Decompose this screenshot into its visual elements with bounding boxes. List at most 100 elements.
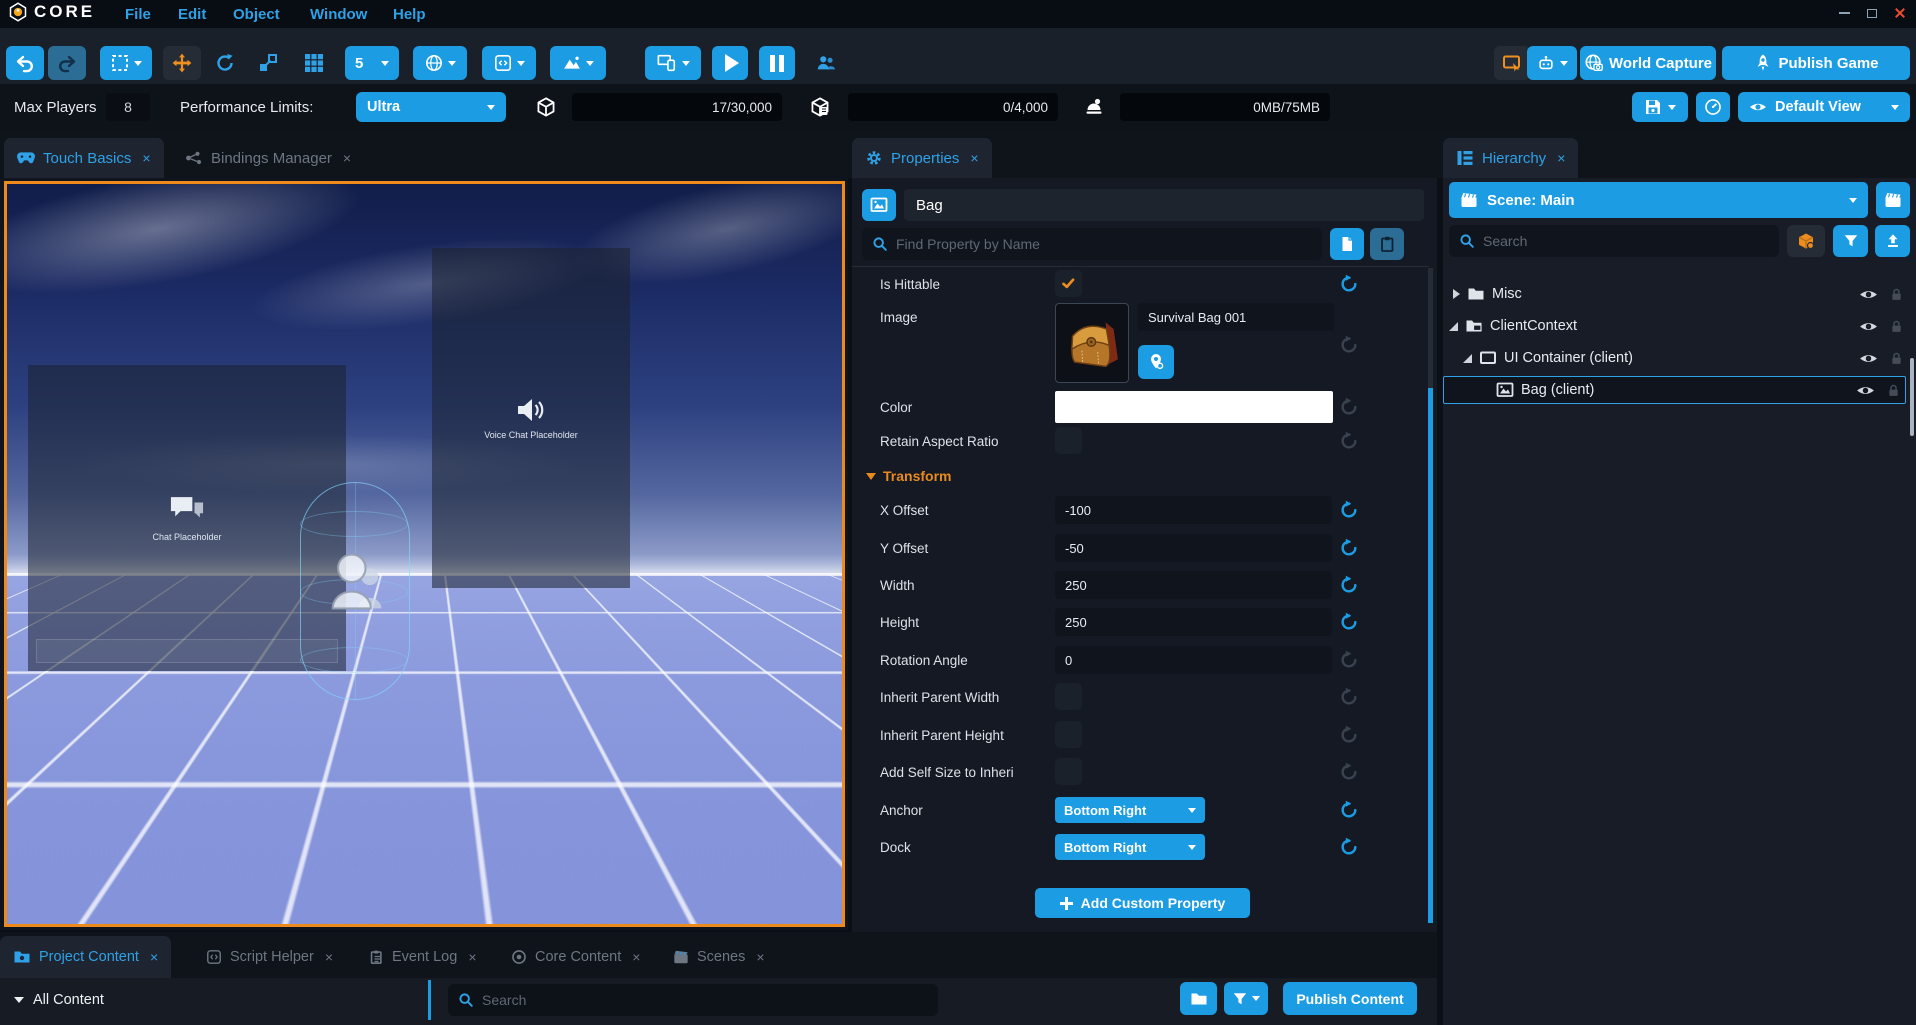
content-filter-dropdown[interactable] xyxy=(1224,982,1268,1015)
menu-window[interactable]: Window xyxy=(310,0,367,28)
object-name-input[interactable] xyxy=(904,189,1424,221)
close-tab-icon[interactable]: × xyxy=(632,949,640,965)
performance-monitor-button[interactable] xyxy=(1696,92,1730,122)
properties-scrollbar-thumb[interactable] xyxy=(1428,388,1433,923)
transform-section-header[interactable]: Transform xyxy=(866,468,951,484)
performance-limits-dropdown[interactable]: Ultra xyxy=(356,92,506,122)
lock-icon[interactable] xyxy=(1889,287,1904,302)
add-self-size-checkbox[interactable] xyxy=(1055,758,1082,785)
publish-content-button[interactable]: Publish Content xyxy=(1283,982,1417,1015)
selection-frame[interactable] xyxy=(597,710,773,894)
ui-mode-button[interactable] xyxy=(1494,46,1530,80)
pause-button[interactable] xyxy=(759,46,795,80)
terrain-dropdown[interactable] xyxy=(550,46,606,80)
reset-icon[interactable] xyxy=(1340,575,1359,594)
menu-edit[interactable]: Edit xyxy=(178,0,206,28)
anchor-dropdown[interactable]: Bottom Right xyxy=(1055,797,1205,823)
export-button[interactable] xyxy=(1875,225,1910,257)
close-tab-icon[interactable]: × xyxy=(150,949,158,965)
max-players-input[interactable] xyxy=(106,93,150,121)
expand-collapsed-icon[interactable] xyxy=(1453,289,1460,299)
visibility-eye-icon[interactable] xyxy=(1859,285,1878,304)
menu-file[interactable]: File xyxy=(125,0,151,28)
lock-icon[interactable] xyxy=(1886,383,1901,398)
tab-event-log[interactable]: Event Log × xyxy=(355,936,490,978)
rotate-tool-button[interactable] xyxy=(206,46,244,80)
close-tab-icon[interactable]: × xyxy=(343,150,351,166)
close-tab-icon[interactable]: × xyxy=(756,949,764,965)
active-resize-corner[interactable] xyxy=(759,880,775,896)
visibility-eye-icon[interactable] xyxy=(1859,317,1878,336)
close-tab-icon[interactable]: × xyxy=(142,150,150,166)
image-asset-field[interactable]: Survival Bag 001 xyxy=(1138,303,1334,331)
resize-handle[interactable] xyxy=(593,797,602,806)
resize-handle[interactable] xyxy=(680,889,689,898)
tab-script-helper[interactable]: Script Helper × xyxy=(193,936,346,978)
networked-filter-button[interactable] xyxy=(1787,225,1825,257)
redo-button[interactable] xyxy=(48,46,86,80)
tab-scenes[interactable]: Scenes × xyxy=(660,936,778,978)
device-preview-dropdown[interactable] xyxy=(645,46,701,80)
tab-bindings-manager[interactable]: Bindings Manager × xyxy=(172,138,364,178)
hierarchy-search[interactable] xyxy=(1449,225,1779,257)
reset-icon[interactable] xyxy=(1340,650,1359,669)
content-search-input[interactable] xyxy=(482,992,928,1008)
add-custom-property-button[interactable]: Add Custom Property xyxy=(1035,888,1250,918)
close-tab-icon[interactable]: × xyxy=(1557,150,1565,166)
reset-icon[interactable] xyxy=(1340,335,1359,354)
resize-handle[interactable] xyxy=(593,889,602,898)
inherit-parent-width-checkbox[interactable] xyxy=(1055,683,1082,710)
resize-handle[interactable] xyxy=(593,706,602,715)
find-asset-button[interactable] xyxy=(1138,345,1174,379)
expand-expanded-icon[interactable] xyxy=(1463,354,1472,363)
paste-properties-button[interactable] xyxy=(1370,228,1404,260)
dock-dropdown[interactable]: Bottom Right xyxy=(1055,834,1205,860)
close-tab-icon[interactable]: × xyxy=(468,949,476,965)
default-view-dropdown[interactable]: Default View xyxy=(1738,92,1910,122)
hierarchy-scrollbar-thumb[interactable] xyxy=(1910,358,1914,436)
viewport-3d[interactable]: Voice Chat Placeholder Chat Placeholder xyxy=(4,181,845,927)
maximize-button[interactable] xyxy=(1860,0,1884,26)
hierarchy-search-input[interactable] xyxy=(1483,233,1769,249)
reset-icon[interactable] xyxy=(1340,397,1359,416)
scale-tool-button[interactable] xyxy=(249,46,287,80)
resize-handle[interactable] xyxy=(768,706,777,715)
filter-button[interactable] xyxy=(1833,225,1868,257)
reset-icon[interactable] xyxy=(1340,500,1359,519)
tab-core-content[interactable]: Core Content × xyxy=(498,936,653,978)
resize-handle[interactable] xyxy=(680,706,689,715)
tab-hierarchy[interactable]: Hierarchy × xyxy=(1443,138,1578,178)
reset-icon[interactable] xyxy=(1340,837,1359,856)
reset-icon[interactable] xyxy=(1340,687,1359,706)
multiplayer-preview-button[interactable] xyxy=(806,46,846,80)
tree-row-clientcontext[interactable]: ClientContext xyxy=(1447,312,1908,340)
tree-row-ui-container[interactable]: UI Container (client) xyxy=(1447,344,1908,372)
reset-icon[interactable] xyxy=(1340,538,1359,557)
rotation-angle-input[interactable] xyxy=(1055,646,1332,674)
play-button[interactable] xyxy=(712,46,748,80)
visibility-eye-icon[interactable] xyxy=(1859,349,1878,368)
inherit-parent-height-checkbox[interactable] xyxy=(1055,721,1082,748)
reset-icon[interactable] xyxy=(1340,762,1359,781)
close-tab-icon[interactable]: × xyxy=(325,949,333,965)
tree-row-misc[interactable]: Misc xyxy=(1447,280,1908,308)
close-tab-icon[interactable]: × xyxy=(970,150,978,166)
reset-icon[interactable] xyxy=(1340,612,1359,631)
bot-tools-dropdown[interactable] xyxy=(1527,46,1577,80)
is-hittable-checkbox[interactable] xyxy=(1055,270,1082,297)
script-dropdown[interactable] xyxy=(482,46,536,80)
resize-handle[interactable] xyxy=(768,797,777,806)
property-search-input[interactable] xyxy=(896,236,1312,252)
expand-expanded-icon[interactable] xyxy=(1449,322,1458,331)
x-offset-input[interactable] xyxy=(1055,496,1332,524)
y-offset-input[interactable] xyxy=(1055,534,1332,562)
menu-object[interactable]: Object xyxy=(233,0,280,28)
lock-icon[interactable] xyxy=(1889,351,1904,366)
object-type-button[interactable] xyxy=(862,189,896,221)
reset-icon[interactable] xyxy=(1340,431,1359,450)
scene-selector-dropdown[interactable]: Scene: Main xyxy=(1449,182,1868,218)
reset-icon[interactable] xyxy=(1340,725,1359,744)
open-folder-button[interactable] xyxy=(1180,982,1217,1015)
grid-snap-button[interactable] xyxy=(295,46,333,80)
select-tool-dropdown[interactable] xyxy=(100,46,152,80)
